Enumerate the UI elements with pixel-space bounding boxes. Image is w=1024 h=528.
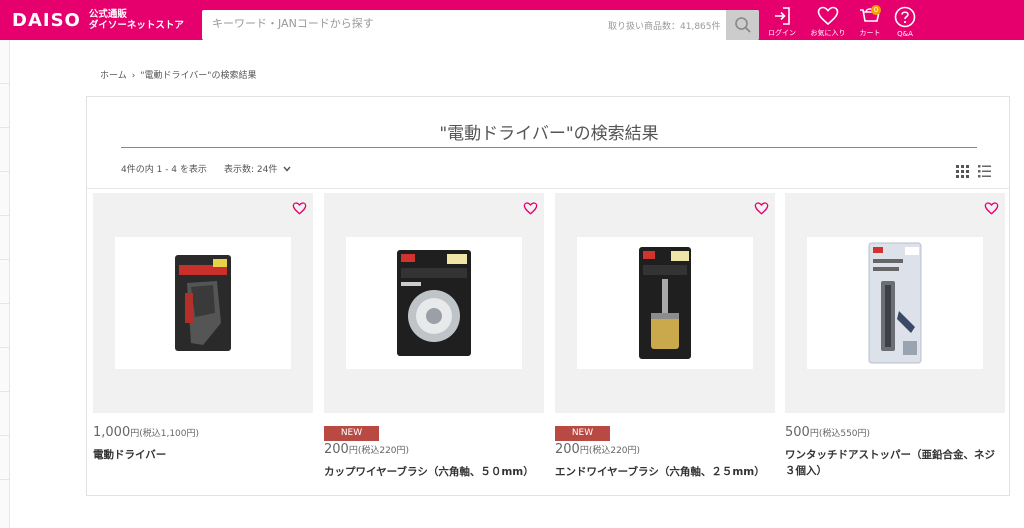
favorites-button[interactable]: お気に入り xyxy=(806,6,850,38)
product-price: 1,000円(税込1,100円) xyxy=(93,425,199,440)
result-count: 4件の内 1 - 4 を表示 xyxy=(121,165,207,175)
login-button[interactable]: ログイン xyxy=(760,6,804,38)
product-name[interactable]: 電動ドライバー xyxy=(93,447,307,463)
price-currency: 円 xyxy=(809,429,819,439)
product-card[interactable]: NEW 200円(税込220円) エンドワイヤーブラシ（六角軸、２５mm） xyxy=(555,193,775,493)
product-image-area[interactable] xyxy=(555,193,775,413)
electric-screwdriver-package-image xyxy=(175,255,231,351)
favorite-button[interactable] xyxy=(754,200,769,219)
breadcrumb-current: "電動ドライバー"の検索結果 xyxy=(140,71,257,81)
heart-outline-icon xyxy=(292,202,307,215)
product-price: 500円(税込550円) xyxy=(785,425,870,440)
grid-view-button[interactable] xyxy=(956,163,969,182)
search-bar: 取り扱い商品数：41,865件 xyxy=(202,10,759,40)
breadcrumb-separator: › xyxy=(131,71,136,81)
favorites-label: お気に入り xyxy=(810,29,846,37)
product-price: 200円(税込220円) xyxy=(555,442,640,457)
price-currency: 円 xyxy=(130,429,140,439)
price-value: 500 xyxy=(785,425,810,440)
product-card[interactable]: 500円(税込550円) ワンタッチドアストッパー（亜鉛合金、ネジ３個入） xyxy=(785,193,1005,493)
logo-wordmark: DAISO xyxy=(12,9,81,31)
price-tax-included: (税込220円) xyxy=(588,446,641,456)
search-button[interactable] xyxy=(726,10,759,40)
product-card[interactable]: NEW 200円(税込220円) カップワイヤーブラシ（六角軸、５０mm） xyxy=(324,193,544,493)
list-view-icon xyxy=(978,165,991,178)
qa-label: Q&A xyxy=(897,30,913,38)
product-image[interactable] xyxy=(346,237,522,369)
price-tax-included: (税込220円) xyxy=(357,446,410,456)
product-image-area[interactable] xyxy=(785,193,1005,413)
price-tax-included: (税込1,100円) xyxy=(139,429,200,439)
product-image[interactable] xyxy=(807,237,983,369)
product-image-area[interactable] xyxy=(93,193,313,413)
login-icon xyxy=(775,7,790,25)
price-tax-included: (税込550円) xyxy=(818,429,871,439)
cup-wire-brush-package-image xyxy=(397,250,471,356)
qa-button[interactable]: Q&A xyxy=(883,6,927,38)
price-currency: 円 xyxy=(348,446,358,456)
product-count: 取り扱い商品数：41,865件 xyxy=(608,22,721,32)
search-icon xyxy=(734,17,751,33)
door-stopper-package-image xyxy=(868,242,922,364)
price-currency: 円 xyxy=(579,446,589,456)
product-image[interactable] xyxy=(115,237,291,369)
heart-outline-icon xyxy=(754,202,769,215)
page-title: "電動ドライバー"の検索結果 xyxy=(439,124,659,144)
logo-subtitle-line2: ダイソーネットストア xyxy=(88,20,184,31)
product-card[interactable]: 1,000円(税込1,100円) 電動ドライバー xyxy=(93,193,313,493)
chevron-down-icon xyxy=(283,166,291,172)
favorite-button[interactable] xyxy=(523,200,538,219)
new-badge: NEW xyxy=(324,426,379,441)
title-divider xyxy=(121,147,977,148)
per-page-label: 表示数: 24件 xyxy=(224,165,278,175)
price-value: 200 xyxy=(555,442,580,457)
end-wire-brush-package-image xyxy=(639,247,691,359)
price-value: 200 xyxy=(324,442,349,457)
search-input[interactable] xyxy=(212,17,592,30)
product-name[interactable]: ワンタッチドアストッパー（亜鉛合金、ネジ３個入） xyxy=(785,447,999,479)
logo-subtitle-line1: 公式通販 xyxy=(88,9,127,20)
list-view-button[interactable] xyxy=(978,163,991,182)
product-name[interactable]: エンドワイヤーブラシ（六角軸、２５mm） xyxy=(555,464,769,480)
heart-outline-icon xyxy=(984,202,999,215)
product-image[interactable] xyxy=(577,237,753,369)
cart-count-badge: 0 xyxy=(871,5,881,15)
per-page-select[interactable]: 表示数: 24件 xyxy=(224,162,291,175)
grid-view-icon xyxy=(956,165,969,178)
heart-outline-icon xyxy=(523,202,538,215)
site-header: DAISO 公式通販 ダイソーネットストア 取り扱い商品数：41,865件 ログ… xyxy=(0,0,1024,40)
favorite-button[interactable] xyxy=(292,200,307,219)
breadcrumb: ホーム › "電動ドライバー"の検索結果 xyxy=(100,68,256,81)
site-logo[interactable]: DAISO 公式通販 ダイソーネットストア xyxy=(12,9,184,31)
product-price: 200円(税込220円) xyxy=(324,442,409,457)
login-label: ログイン xyxy=(768,29,796,37)
search-results-panel: "電動ドライバー"の検索結果 4件の内 1 - 4 を表示 表示数: 24件 1… xyxy=(86,96,1010,496)
price-value: 1,000 xyxy=(93,425,131,440)
heart-icon xyxy=(817,6,839,26)
toolbar-divider xyxy=(87,188,1009,189)
question-icon xyxy=(894,6,916,28)
breadcrumb-home[interactable]: ホーム xyxy=(100,71,127,81)
favorite-button[interactable] xyxy=(984,200,999,219)
product-image-area[interactable] xyxy=(324,193,544,413)
left-edge-rail xyxy=(0,40,10,528)
product-name[interactable]: カップワイヤーブラシ（六角軸、５０mm） xyxy=(324,464,538,480)
new-badge: NEW xyxy=(555,426,610,441)
logo-subtitle: 公式通販 ダイソーネットストア xyxy=(89,9,184,31)
